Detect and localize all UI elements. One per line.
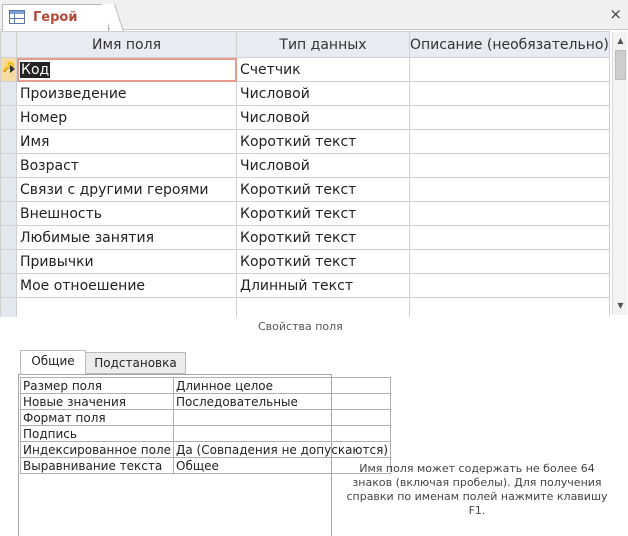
data-type-cell[interactable]: Короткий текст — [236, 129, 410, 154]
property-row[interactable]: Новые значения Последовательные — [19, 393, 392, 410]
field-name-text: Код — [20, 61, 51, 78]
field-name-cell[interactable]: Имя — [16, 129, 237, 154]
property-value[interactable] — [173, 409, 392, 426]
property-value[interactable]: Да (Совпадения не допускаются) — [173, 441, 392, 458]
description-cell[interactable] — [409, 201, 610, 226]
document-tab-title: Герой — [33, 10, 78, 25]
property-row[interactable]: Выравнивание текста Общее — [19, 457, 392, 474]
description-cell[interactable] — [409, 297, 610, 317]
vertical-scrollbar[interactable]: ▲ ▼ — [612, 32, 627, 315]
table-row[interactable]: Связи с другими героями Короткий текст — [0, 177, 610, 202]
description-cell[interactable] — [409, 81, 610, 106]
description-cell[interactable] — [409, 273, 610, 298]
row-selector[interactable] — [0, 249, 17, 274]
description-cell[interactable] — [409, 153, 610, 178]
select-all-cell[interactable] — [0, 31, 17, 58]
data-type-cell[interactable] — [236, 297, 410, 317]
table-row[interactable]: Возраст Числовой — [0, 153, 610, 178]
row-selector[interactable] — [0, 105, 17, 130]
property-row[interactable]: Индексированное поле Да (Совпадения не д… — [19, 441, 392, 458]
tab-general[interactable]: Общие — [20, 350, 86, 375]
property-name: Подпись — [19, 425, 175, 442]
table-row[interactable]: Внешность Короткий текст — [0, 201, 610, 226]
data-type-cell[interactable]: Короткий текст — [236, 177, 410, 202]
property-row[interactable]: Размер поля Длинное целое — [19, 377, 392, 394]
property-row[interactable]: Формат поля — [19, 409, 392, 426]
property-value[interactable]: Длинное целое — [173, 377, 392, 394]
data-type-cell[interactable]: Короткий текст — [236, 225, 410, 250]
row-selector[interactable] — [0, 273, 17, 298]
field-name-cell[interactable]: Номер — [16, 105, 237, 130]
field-name-cell[interactable]: Внешность — [16, 201, 237, 226]
row-selector[interactable] — [0, 153, 17, 178]
data-type-cell[interactable]: Счетчик — [236, 57, 410, 82]
table-row[interactable] — [0, 297, 610, 317]
document-tab-bar: Герой × — [0, 0, 628, 31]
table-icon — [9, 10, 25, 24]
property-value[interactable]: Последовательные — [173, 393, 392, 410]
row-selector[interactable] — [0, 177, 17, 202]
property-row[interactable]: Подпись — [19, 425, 392, 442]
row-selector[interactable]: 🔑 — [0, 57, 17, 82]
field-name-cell[interactable]: Привычки — [16, 249, 237, 274]
field-help-text: Имя поля может содержать не более 64 зна… — [346, 462, 608, 517]
description-cell[interactable] — [409, 57, 610, 82]
property-name: Выравнивание текста — [19, 457, 175, 474]
table-row[interactable]: Любимые занятия Короткий текст — [0, 225, 610, 250]
column-header-data-type[interactable]: Тип данных — [236, 31, 410, 58]
data-type-cell[interactable]: Числовой — [236, 153, 410, 178]
property-name: Новые значения — [19, 393, 175, 410]
close-icon[interactable]: × — [609, 5, 622, 23]
table-row[interactable]: Мое отноешение Длинный текст — [0, 273, 610, 298]
table-row[interactable]: 🔑 Код Счетчик — [0, 57, 610, 82]
field-design-grid: Имя поля Тип данных Описание (необязател… — [0, 31, 628, 317]
data-type-cell[interactable]: Числовой — [236, 81, 410, 106]
property-name: Размер поля — [19, 377, 175, 394]
column-header-field-name[interactable]: Имя поля — [16, 31, 237, 58]
row-selector[interactable] — [0, 201, 17, 226]
field-properties-label: Свойства поля — [258, 320, 343, 333]
description-cell[interactable] — [409, 249, 610, 274]
data-type-cell[interactable]: Длинный текст — [236, 273, 410, 298]
document-tab[interactable]: Герой — [2, 4, 109, 31]
data-type-cell[interactable]: Короткий текст — [236, 201, 410, 226]
table-row[interactable]: Привычки Короткий текст — [0, 249, 610, 274]
field-name-cell[interactable]: Связи с другими героями — [16, 177, 237, 202]
field-name-cell[interactable]: Код — [16, 57, 237, 82]
column-header-description[interactable]: Описание (необязательно) — [409, 31, 610, 58]
row-selector[interactable] — [0, 129, 17, 154]
data-type-cell[interactable]: Числовой — [236, 105, 410, 130]
table-row[interactable]: Номер Числовой — [0, 105, 610, 130]
description-cell[interactable] — [409, 105, 610, 130]
row-selector[interactable] — [0, 225, 17, 250]
scroll-down-icon[interactable]: ▼ — [614, 299, 627, 313]
field-name-cell[interactable] — [16, 297, 237, 317]
field-name-cell[interactable]: Возраст — [16, 153, 237, 178]
property-name: Формат поля — [19, 409, 175, 426]
grid-header-row: Имя поля Тип данных Описание (необязател… — [0, 31, 610, 58]
table-row[interactable]: Имя Короткий текст — [0, 129, 610, 154]
current-row-arrow-icon — [10, 65, 15, 73]
description-cell[interactable] — [409, 129, 610, 154]
row-selector[interactable] — [0, 81, 17, 106]
data-type-cell[interactable]: Короткий текст — [236, 249, 410, 274]
description-cell[interactable] — [409, 225, 610, 250]
description-cell[interactable] — [409, 177, 610, 202]
table-row[interactable]: Произведение Числовой — [0, 81, 610, 106]
row-selector[interactable] — [0, 297, 17, 317]
field-properties-table: Размер поля Длинное целое Новые значения… — [19, 377, 392, 474]
field-name-cell[interactable]: Любимые занятия — [16, 225, 237, 250]
field-name-cell[interactable]: Произведение — [16, 81, 237, 106]
tab-lookup[interactable]: Подстановка — [86, 352, 186, 374]
scroll-up-icon[interactable]: ▲ — [614, 34, 627, 48]
property-name: Индексированное поле — [19, 441, 175, 458]
scrollbar-thumb[interactable] — [615, 50, 626, 80]
property-value[interactable] — [173, 425, 392, 442]
field-name-cell[interactable]: Мое отноешение — [16, 273, 237, 298]
